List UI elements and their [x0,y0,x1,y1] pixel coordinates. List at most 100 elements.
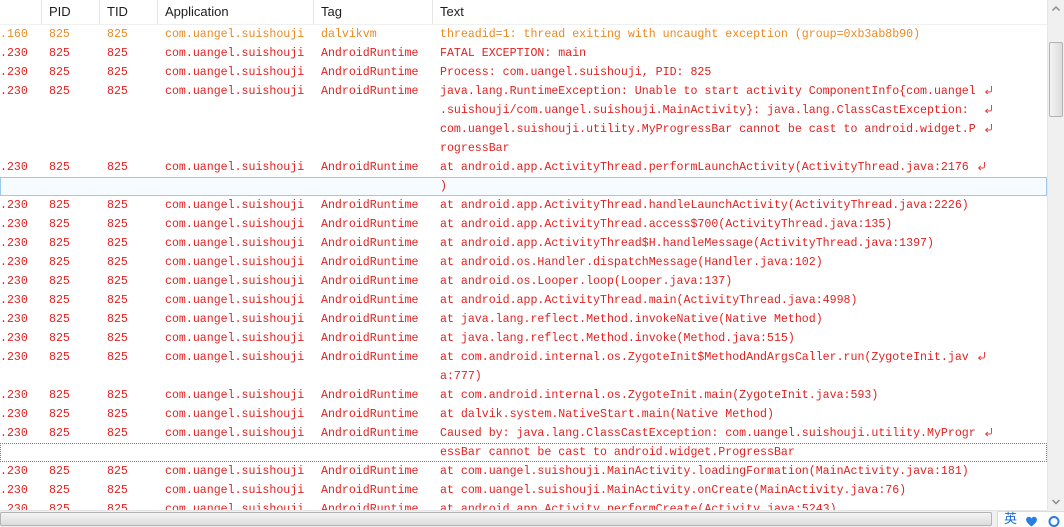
tag-cell: AndroidRuntime [321,66,419,79]
tid-cell: 825 [107,218,128,231]
log-entry[interactable]: .230 825 825 com.uangel.suishouji AndroidRun… [0,196,1047,215]
log-line: .230 825 825 com.uangel.suishouji AndroidRun… [0,82,1047,101]
log-entry[interactable]: .230 825 825 com.uangel.suishouji AndroidRun… [0,500,1047,510]
tag-cell: AndroidRuntime [321,218,419,231]
message-cell: java.lang.RuntimeException: Unable to st… [440,82,1046,101]
scroll-down-button[interactable] [1048,493,1064,510]
tag-cell: AndroidRuntime [321,85,419,98]
log-line: .230 825 825 com.uangel.suishouji AndroidRun… [0,272,1047,291]
log-entry[interactable]: .230 825 825 com.uangel.suishouji AndroidRun… [0,272,1047,291]
pid-cell: 825 [49,85,70,98]
pid-cell: 825 [49,408,70,421]
vertical-scroll-thumb[interactable] [1049,42,1063,117]
message-cell: essBar cannot be cast to android.widget.… [440,443,1046,462]
message-cell: at java.lang.reflect.Method.invokeNative… [440,310,1046,329]
application-cell: com.uangel.suishouji [165,294,305,307]
scroll-up-button[interactable] [1048,0,1064,17]
log-line: .230 825 825 com.uangel.suishouji AndroidRun… [0,500,1047,510]
log-entry[interactable]: .230 825 825 com.uangel.suishouji AndroidRun… [0,291,1047,310]
time-cell: .230 [0,85,28,98]
log-entry[interactable]: .230 825 825 com.uangel.suishouji AndroidRun… [0,405,1047,424]
message-cell: at android.app.Activity.performCreate(Ac… [440,500,1046,510]
message-cell: at com.uangel.suishouji.MainActivity.onC… [440,481,1046,500]
log-entry[interactable]: .230 825 825 com.uangel.suishouji AndroidRun… [0,82,1047,158]
pid-cell: 825 [49,47,70,60]
message-cell: at dalvik.system.NativeStart.main(Native… [440,405,1046,424]
message-text: com.uangel.suishouji.utility.MyProgressB… [440,123,976,136]
log-entry[interactable]: .230 825 825 com.uangel.suishouji AndroidRun… [0,481,1047,500]
application-cell: com.uangel.suishouji [165,256,305,269]
message-cell: a:777) [440,367,1046,386]
tag-cell: AndroidRuntime [321,161,419,174]
heart-icon[interactable] [1025,515,1038,527]
message-text: rogressBar [440,142,510,155]
message-cell: FATAL EXCEPTION: main [440,44,1046,63]
message-cell: rogressBar [440,139,1046,158]
column-header-tid[interactable]: TID [100,0,158,24]
column-header-time[interactable] [0,0,42,24]
ime-mode-label[interactable]: 英 [1004,512,1017,527]
log-entry[interactable]: .230 825 825 com.uangel.suishouji AndroidRun… [0,234,1047,253]
log-entry[interactable]: .230 825 825 com.uangel.suishouji AndroidRun… [0,310,1047,329]
time-cell: .230 [0,237,28,250]
log-entry[interactable]: .160 825 825 com.uangel.suishouji dalvikvm th… [0,25,1047,44]
message-cell: at com.android.internal.os.ZygoteInit.ma… [440,386,1046,405]
tag-cell: AndroidRuntime [321,294,419,307]
log-entry[interactable]: .230 825 825 com.uangel.suishouji AndroidRun… [0,329,1047,348]
ime-indicator[interactable]: 英 [997,511,1064,527]
pid-cell: 825 [49,427,70,440]
line-wrap-icon [977,351,986,361]
time-cell: .230 [0,389,28,402]
line-wrap-icon [984,123,993,133]
column-header-pid[interactable]: PID [42,0,100,24]
log-entry[interactable]: .230 825 825 com.uangel.suishouji AndroidRun… [0,253,1047,272]
message-cell: Caused by: java.lang.ClassCastException:… [440,424,1046,443]
column-header-tag[interactable]: Tag [314,0,433,24]
horizontal-scroll-thumb[interactable] [0,512,992,526]
tag-cell: AndroidRuntime [321,199,419,212]
log-entry[interactable]: .230 825 825 com.uangel.suishouji AndroidRun… [0,44,1047,63]
time-cell: .230 [0,161,28,174]
tag-cell: AndroidRuntime [321,427,419,440]
log-line: .230 825 825 com.uangel.suishouji AndroidRun… [0,386,1047,405]
ime-menu-icon[interactable] [1048,515,1060,527]
tid-cell: 825 [107,332,128,345]
log-entry[interactable]: .230 825 825 com.uangel.suishouji AndroidRun… [0,63,1047,82]
log-entry[interactable]: .230 825 825 com.uangel.suishouji AndroidRun… [0,424,1047,462]
column-header-application[interactable]: Application [158,0,314,24]
time-cell: .230 [0,503,28,510]
log-line: .160 825 825 com.uangel.suishouji dalvikvm th… [0,25,1047,44]
log-entry[interactable]: .230 825 825 com.uangel.suishouji AndroidRun… [0,462,1047,481]
log-line-continuation: essBar cannot be cast to android.widget.… [0,443,1047,462]
vertical-scrollbar[interactable] [1047,0,1064,510]
application-cell: com.uangel.suishouji [165,237,305,250]
tid-cell: 825 [107,351,128,364]
application-cell: com.uangel.suishouji [165,332,305,345]
application-cell: com.uangel.suishouji [165,389,305,402]
application-cell: com.uangel.suishouji [165,199,305,212]
horizontal-scrollbar[interactable] [0,510,1047,527]
log-entry[interactable]: .230 825 825 com.uangel.suishouji AndroidRun… [0,215,1047,234]
log-list[interactable]: .160 825 825 com.uangel.suishouji dalvikvm th… [0,25,1047,510]
message-text: at com.android.internal.os.ZygoteInit$Me… [440,351,969,364]
column-header-text[interactable]: Text [433,0,1047,24]
message-text: at android.app.ActivityThread.performLau… [440,161,969,174]
log-entry[interactable]: .230 825 825 com.uangel.suishouji AndroidRun… [0,158,1047,196]
message-text: FATAL EXCEPTION: main [440,47,587,60]
scroll-down-arrow-icon [1051,499,1061,505]
log-line-continuation: .suishouji/com.uangel.suishouji.MainActi… [0,101,1047,120]
message-cell: Process: com.uangel.suishouji, PID: 825 [440,63,1046,82]
log-entry[interactable]: .230 825 825 com.uangel.suishouji AndroidRun… [0,386,1047,405]
line-wrap-icon [984,104,993,114]
application-cell: com.uangel.suishouji [165,28,305,41]
message-text: at android.app.ActivityThread$H.handleMe… [440,237,934,250]
message-text: Caused by: java.lang.ClassCastException:… [440,427,976,440]
log-entry[interactable]: .230 825 825 com.uangel.suishouji AndroidRun… [0,348,1047,386]
tag-cell: dalvikvm [321,28,377,41]
message-text: at java.lang.reflect.Method.invokeNative… [440,313,823,326]
message-text: at com.uangel.suishouji.MainActivity.loa… [440,465,969,478]
tid-cell: 825 [107,294,128,307]
tag-cell: AndroidRuntime [321,465,419,478]
message-text: at dalvik.system.NativeStart.main(Native… [440,408,774,421]
tid-cell: 825 [107,66,128,79]
